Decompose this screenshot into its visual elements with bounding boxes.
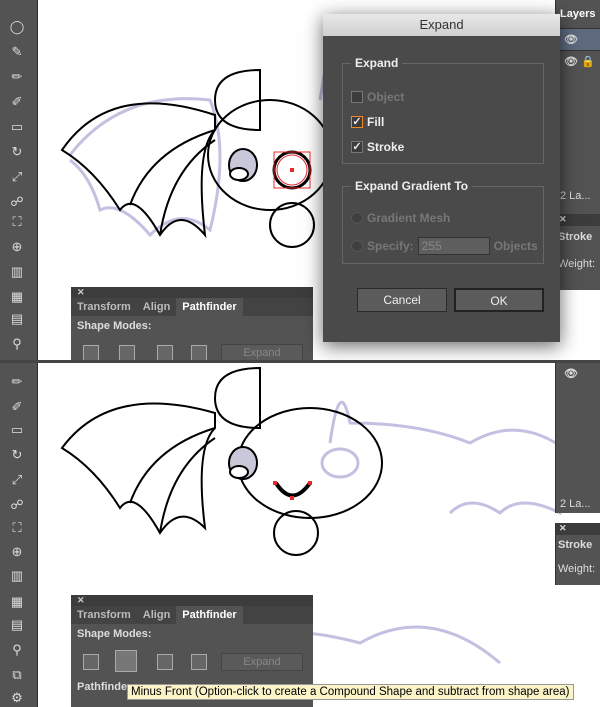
stroke-tab[interactable]: Stroke: [556, 535, 600, 555]
minus-front-icon[interactable]: [119, 345, 135, 360]
expand-button[interactable]: Expand: [221, 344, 303, 360]
top-screenshot: ◯ ✎ ✏ ✐ ▭ ↻ ⤢ ☍ ⛶ ⊕ ▥ ▦ ▤ ⚲ Layers 👁 👁 🔒…: [0, 0, 600, 360]
object-checkbox[interactable]: Object: [351, 90, 404, 104]
eye-icon[interactable]: 👁: [564, 34, 578, 46]
scale-tool-icon[interactable]: ⤢: [9, 473, 25, 487]
graph-tool-icon[interactable]: ▥: [9, 569, 25, 583]
minus-front-icon[interactable]: [115, 650, 137, 672]
tab-pathfinder[interactable]: Pathfinder: [176, 606, 243, 624]
layer-row[interactable]: 👁: [556, 28, 600, 50]
gradient-group: Expand Gradient To Gradient Mesh Specify…: [342, 179, 544, 264]
warp-tool-icon[interactable]: ☍: [9, 195, 25, 209]
close-icon[interactable]: ✕: [556, 523, 600, 535]
pencil-tool-icon[interactable]: ✏: [9, 70, 25, 84]
graph-tool-icon[interactable]: ▥: [9, 265, 25, 279]
stroke-checkbox[interactable]: ✓ Stroke: [351, 140, 404, 154]
free-transform-icon[interactable]: ⛶: [9, 521, 25, 535]
expand-group-label: Expand: [355, 56, 399, 70]
unite-icon[interactable]: [83, 345, 99, 360]
objects-label: Objects: [493, 239, 538, 253]
intersect-icon[interactable]: [157, 654, 173, 670]
expand-dialog: Expand Expand Object ✓ Fill ✓ Stroke Expan…: [323, 14, 560, 342]
shape-modes-label: Shape Modes:: [77, 628, 152, 640]
blend-tool-icon[interactable]: ⧉: [9, 668, 25, 682]
close-icon[interactable]: ✕: [71, 595, 313, 606]
ellipse-tool-icon[interactable]: ◯: [9, 20, 25, 34]
shape-modes-label: Shape Modes:: [77, 320, 152, 332]
shape-builder-icon[interactable]: ⊕: [9, 240, 25, 254]
scale-tool-icon[interactable]: ⤢: [9, 170, 25, 184]
dialog-title: Expand: [323, 14, 560, 36]
eyedropper-tool-icon[interactable]: ⚲: [9, 337, 25, 351]
specify-radio[interactable]: Specify: 255 Objects: [351, 237, 538, 255]
layers-panel-bottom: 👁 2 La...: [555, 363, 600, 513]
blob-brush-icon[interactable]: ✐: [9, 95, 25, 109]
mesh-tool-icon[interactable]: ▦: [9, 290, 25, 304]
cancel-button[interactable]: Cancel: [357, 288, 447, 312]
eraser-tool-icon[interactable]: ▭: [9, 423, 25, 437]
gradient-tool-icon[interactable]: ▤: [9, 618, 25, 632]
tab-align[interactable]: Align: [137, 298, 177, 316]
warp-tool-icon[interactable]: ☍: [9, 498, 25, 512]
weight-label: Weight:: [558, 563, 596, 575]
unite-icon[interactable]: [83, 654, 99, 670]
eye-icon[interactable]: 👁: [564, 56, 578, 68]
pencil-tool-icon[interactable]: ✏: [9, 375, 25, 389]
layers-panel: Layers 👁 👁 🔒 2 La... ✕ Stroke Weight:: [555, 0, 600, 290]
tab-pathfinder[interactable]: Pathfinder: [176, 298, 243, 316]
eraser-tool-icon[interactable]: ▭: [9, 120, 25, 134]
gradient-group-label: Expand Gradient To: [355, 179, 469, 193]
rotate-tool-icon[interactable]: ↻: [9, 448, 25, 462]
expand-button[interactable]: Expand: [221, 653, 303, 671]
bottom-screenshot: ✏ ✐ ▭ ↻ ⤢ ☍ ⛶ ⊕ ▥ ▦ ▤ ⚲ ⧉ ⚙ 👁 2 La... ✕ …: [0, 363, 600, 707]
layer-row[interactable]: 👁 🔒: [556, 50, 600, 72]
ok-button[interactable]: OK: [454, 288, 544, 312]
weight-label: Weight:: [558, 258, 596, 270]
layers-tab[interactable]: Layers: [556, 0, 600, 28]
layer-row[interactable]: 👁: [556, 363, 600, 385]
close-icon[interactable]: ✕: [71, 287, 313, 298]
tooltip: Minus Front (Option-click to create a Co…: [127, 684, 574, 700]
lock-icon[interactable]: 🔒: [581, 56, 595, 68]
tools-panel: ◯ ✎ ✏ ✐ ▭ ↻ ⤢ ☍ ⛶ ⊕ ▥ ▦ ▤ ⚲: [0, 0, 38, 360]
exclude-icon[interactable]: [191, 654, 207, 670]
tab-transform[interactable]: Transform: [71, 298, 137, 316]
symbol-sprayer-icon[interactable]: ⚙: [9, 691, 25, 705]
exclude-icon[interactable]: [191, 345, 207, 360]
layers-count: 2 La...: [560, 498, 591, 510]
rotate-tool-icon[interactable]: ↻: [9, 145, 25, 159]
shape-builder-icon[interactable]: ⊕: [9, 545, 25, 559]
close-icon[interactable]: ✕: [556, 214, 600, 226]
tools-panel-bottom: ✏ ✐ ▭ ↻ ⤢ ☍ ⛶ ⊕ ▥ ▦ ▤ ⚲ ⧉ ⚙: [0, 363, 38, 707]
tab-align[interactable]: Align: [137, 606, 177, 624]
stroke-tab[interactable]: Stroke: [558, 231, 592, 243]
gradient-tool-icon[interactable]: ▤: [9, 312, 25, 326]
eyedropper-tool-icon[interactable]: ⚲: [9, 643, 25, 657]
tab-transform[interactable]: Transform: [71, 606, 137, 624]
paintbrush-tool-icon[interactable]: ✎: [9, 45, 25, 59]
intersect-icon[interactable]: [157, 345, 173, 360]
blob-brush-icon[interactable]: ✐: [9, 400, 25, 414]
eye-icon[interactable]: 👁: [564, 368, 578, 380]
fill-checkbox[interactable]: ✓ Fill: [351, 115, 384, 129]
expand-group: Expand Object ✓ Fill ✓ Stroke: [342, 56, 544, 164]
stroke-panel-bottom: ✕ Stroke Weight:: [555, 523, 600, 585]
pathfinder-panel-top: ✕ Transform Align Pathfinder Shape Modes…: [71, 287, 313, 360]
free-transform-icon[interactable]: ⛶: [9, 215, 25, 229]
gradient-mesh-radio[interactable]: Gradient Mesh: [351, 211, 450, 225]
layers-count: 2 La...: [560, 190, 591, 202]
specify-input[interactable]: 255: [417, 237, 490, 255]
mesh-tool-icon[interactable]: ▦: [9, 595, 25, 609]
